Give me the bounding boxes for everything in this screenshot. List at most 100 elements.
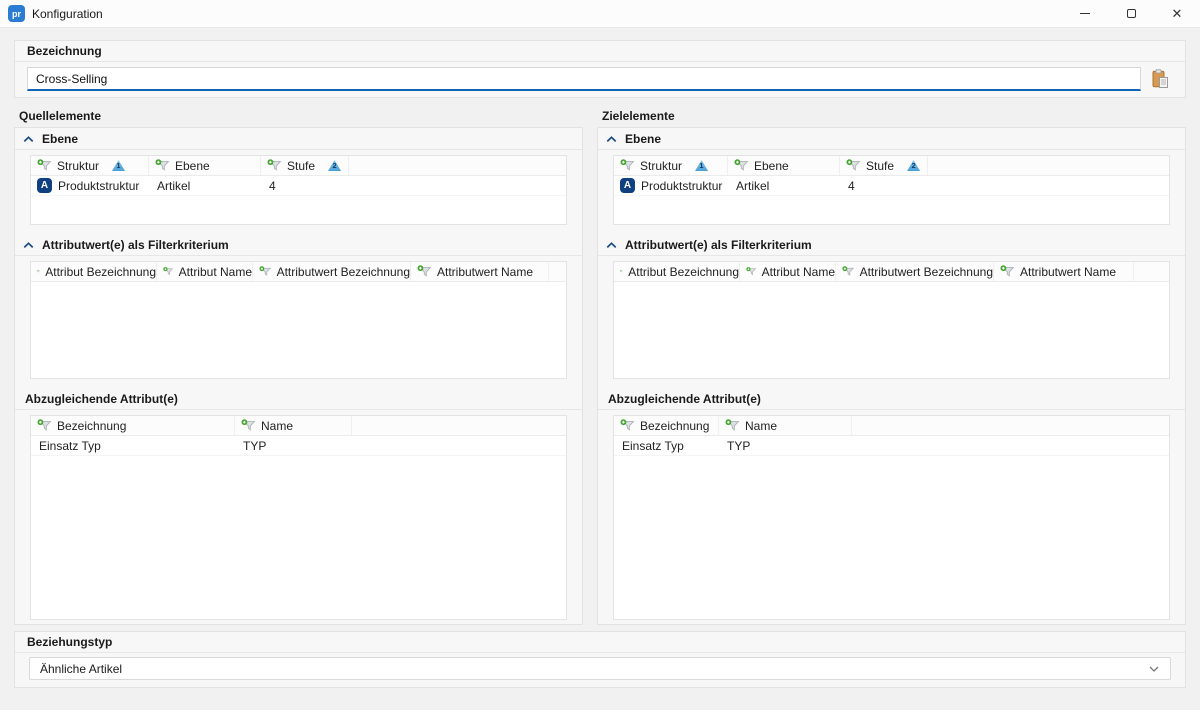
app-icon: pr xyxy=(8,5,25,22)
column-header-ebene[interactable]: Ebene xyxy=(728,156,840,175)
filter-icon[interactable] xyxy=(267,159,282,172)
table-header-row: Struktur 1 Ebene Stufe 2 xyxy=(31,156,566,176)
filter-icon[interactable] xyxy=(734,159,749,172)
filter-icon[interactable] xyxy=(620,419,635,432)
clipboard-paste-icon xyxy=(1150,69,1171,90)
filter-icon[interactable] xyxy=(37,159,52,172)
beziehungstyp-panel: Beziehungstyp Ähnliche Artikel xyxy=(14,631,1186,688)
beziehungstyp-body: Ähnliche Artikel xyxy=(15,653,1185,687)
column-header-blank xyxy=(852,416,1169,435)
table-row[interactable]: Einsatz Typ TYP xyxy=(614,436,1169,456)
bezeichnung-label: Bezeichnung xyxy=(15,41,1185,62)
maximize-icon xyxy=(1127,9,1136,18)
filter-icon[interactable] xyxy=(842,265,855,278)
filter-icon[interactable] xyxy=(725,419,740,432)
filter-icon[interactable] xyxy=(259,265,272,278)
column-header-bezeichnung[interactable]: Bezeichnung xyxy=(614,416,719,435)
cell-name: TYP xyxy=(235,439,352,453)
filter-icon[interactable] xyxy=(155,159,170,172)
quelle-ebene-section-header[interactable]: Ebene xyxy=(15,128,582,150)
column-header-blank xyxy=(549,262,566,281)
window-controls: ✕ xyxy=(1062,0,1200,27)
artikel-type-icon: A xyxy=(37,178,52,193)
column-header-ebene[interactable]: Ebene xyxy=(149,156,261,175)
filter-icon[interactable] xyxy=(746,265,757,278)
column-header-blank xyxy=(349,156,566,175)
bezeichnung-input[interactable] xyxy=(27,67,1141,91)
filter-icon[interactable] xyxy=(417,265,432,278)
filter-icon[interactable] xyxy=(846,159,861,172)
cell-bezeichnung: Einsatz Typ xyxy=(614,439,719,453)
column-header-attributwert-bezeichnung[interactable]: Attributwert Bezeichnung xyxy=(836,262,994,281)
filter-icon[interactable] xyxy=(1000,265,1015,278)
collapse-chevron-up-icon xyxy=(606,136,617,143)
filter-icon[interactable] xyxy=(37,265,40,278)
table-header-row: Attribut Bezeichnung Attribut Name Attri… xyxy=(31,262,566,282)
cell-bezeichnung: Einsatz Typ xyxy=(31,439,235,453)
bezeichnung-panel: Bezeichnung xyxy=(14,40,1186,98)
column-header-bezeichnung[interactable]: Bezeichnung xyxy=(31,416,235,435)
table-header-row: Attribut Bezeichnung Attribut Name Attri… xyxy=(614,262,1169,282)
paste-button[interactable] xyxy=(1147,66,1173,92)
sort-order-icon: 2 xyxy=(328,160,341,171)
quellelemente-title: Quellelemente xyxy=(14,108,583,127)
artikel-type-icon: A xyxy=(620,178,635,193)
maximize-button[interactable] xyxy=(1108,0,1154,27)
column-header-blank xyxy=(928,156,1169,175)
collapse-chevron-up-icon xyxy=(606,242,617,249)
filter-icon[interactable] xyxy=(620,265,623,278)
column-header-attribut-name[interactable]: Attribut Name xyxy=(157,262,253,281)
sort-order-icon: 1 xyxy=(695,160,708,171)
chevron-down-icon xyxy=(1148,665,1160,673)
ziel-filter-table: Attribut Bezeichnung Attribut Name Attri… xyxy=(613,261,1170,379)
column-header-attributwert-bezeichnung[interactable]: Attributwert Bezeichnung xyxy=(253,262,411,281)
ziel-abzugleichende-section-header: Abzugleichende Attribut(e) xyxy=(598,388,1185,410)
column-header-attributwert-name[interactable]: Attributwert Name xyxy=(411,262,549,281)
table-row[interactable]: A Produktstruktur Artikel 4 xyxy=(31,176,566,196)
column-header-blank xyxy=(352,416,566,435)
beziehungstyp-selected-value: Ähnliche Artikel xyxy=(40,662,122,676)
quellelemente-panel: Ebene Struktur 1 Ebene xyxy=(14,127,583,625)
column-header-stufe[interactable]: Stufe 2 xyxy=(261,156,349,175)
minimize-button[interactable] xyxy=(1062,0,1108,27)
cell-ebene: Artikel xyxy=(149,179,261,193)
window-title: Konfiguration xyxy=(32,7,103,21)
column-header-attributwert-name[interactable]: Attributwert Name xyxy=(994,262,1134,281)
column-header-struktur[interactable]: Struktur 1 xyxy=(614,156,728,175)
ziel-ebene-section-header[interactable]: Ebene xyxy=(598,128,1185,150)
column-header-name[interactable]: Name xyxy=(719,416,852,435)
table-header-row: Bezeichnung Name xyxy=(614,416,1169,436)
section-title: Ebene xyxy=(625,132,661,146)
quelle-abzugleichende-table: Bezeichnung Name Einsatz Typ TYP xyxy=(30,415,567,620)
beziehungstyp-select[interactable]: Ähnliche Artikel xyxy=(29,657,1171,680)
beziehungstyp-label: Beziehungstyp xyxy=(15,632,1185,653)
cell-stufe: 4 xyxy=(840,179,928,193)
column-header-attribut-bezeichnung[interactable]: Attribut Bezeichnung xyxy=(31,262,157,281)
filter-icon[interactable] xyxy=(620,159,635,172)
dialog-content: Bezeichnung Quellelemente Ebene xyxy=(0,28,1200,688)
table-row[interactable]: Einsatz Typ TYP xyxy=(31,436,566,456)
table-row[interactable]: A Produktstruktur Artikel 4 xyxy=(614,176,1169,196)
close-button[interactable]: ✕ xyxy=(1154,0,1200,27)
bezeichnung-body xyxy=(15,62,1185,97)
filter-icon[interactable] xyxy=(163,265,174,278)
quelle-filter-section-header[interactable]: Attributwert(e) als Filterkriterium xyxy=(15,234,582,256)
column-header-struktur[interactable]: Struktur 1 xyxy=(31,156,149,175)
zielelemente-panel: Ebene Struktur 1 Ebene xyxy=(597,127,1186,625)
titlebar[interactable]: pr Konfiguration ✕ xyxy=(0,0,1200,28)
ziel-filter-section-header[interactable]: Attributwert(e) als Filterkriterium xyxy=(598,234,1185,256)
section-title: Ebene xyxy=(42,132,78,146)
column-header-attribut-bezeichnung[interactable]: Attribut Bezeichnung xyxy=(614,262,740,281)
minimize-icon xyxy=(1080,13,1090,14)
column-header-stufe[interactable]: Stufe 2 xyxy=(840,156,928,175)
section-title: Abzugleichende Attribut(e) xyxy=(608,392,761,406)
quelle-abzugleichende-section-header: Abzugleichende Attribut(e) xyxy=(15,388,582,410)
column-header-attribut-name[interactable]: Attribut Name xyxy=(740,262,836,281)
filter-icon[interactable] xyxy=(241,419,256,432)
filter-icon[interactable] xyxy=(37,419,52,432)
cell-struktur: A Produktstruktur xyxy=(31,178,149,193)
cell-ebene: Artikel xyxy=(728,179,840,193)
quelle-ebene-table: Struktur 1 Ebene Stufe 2 xyxy=(30,155,567,225)
column-header-name[interactable]: Name xyxy=(235,416,352,435)
table-header-row: Struktur 1 Ebene Stufe 2 xyxy=(614,156,1169,176)
